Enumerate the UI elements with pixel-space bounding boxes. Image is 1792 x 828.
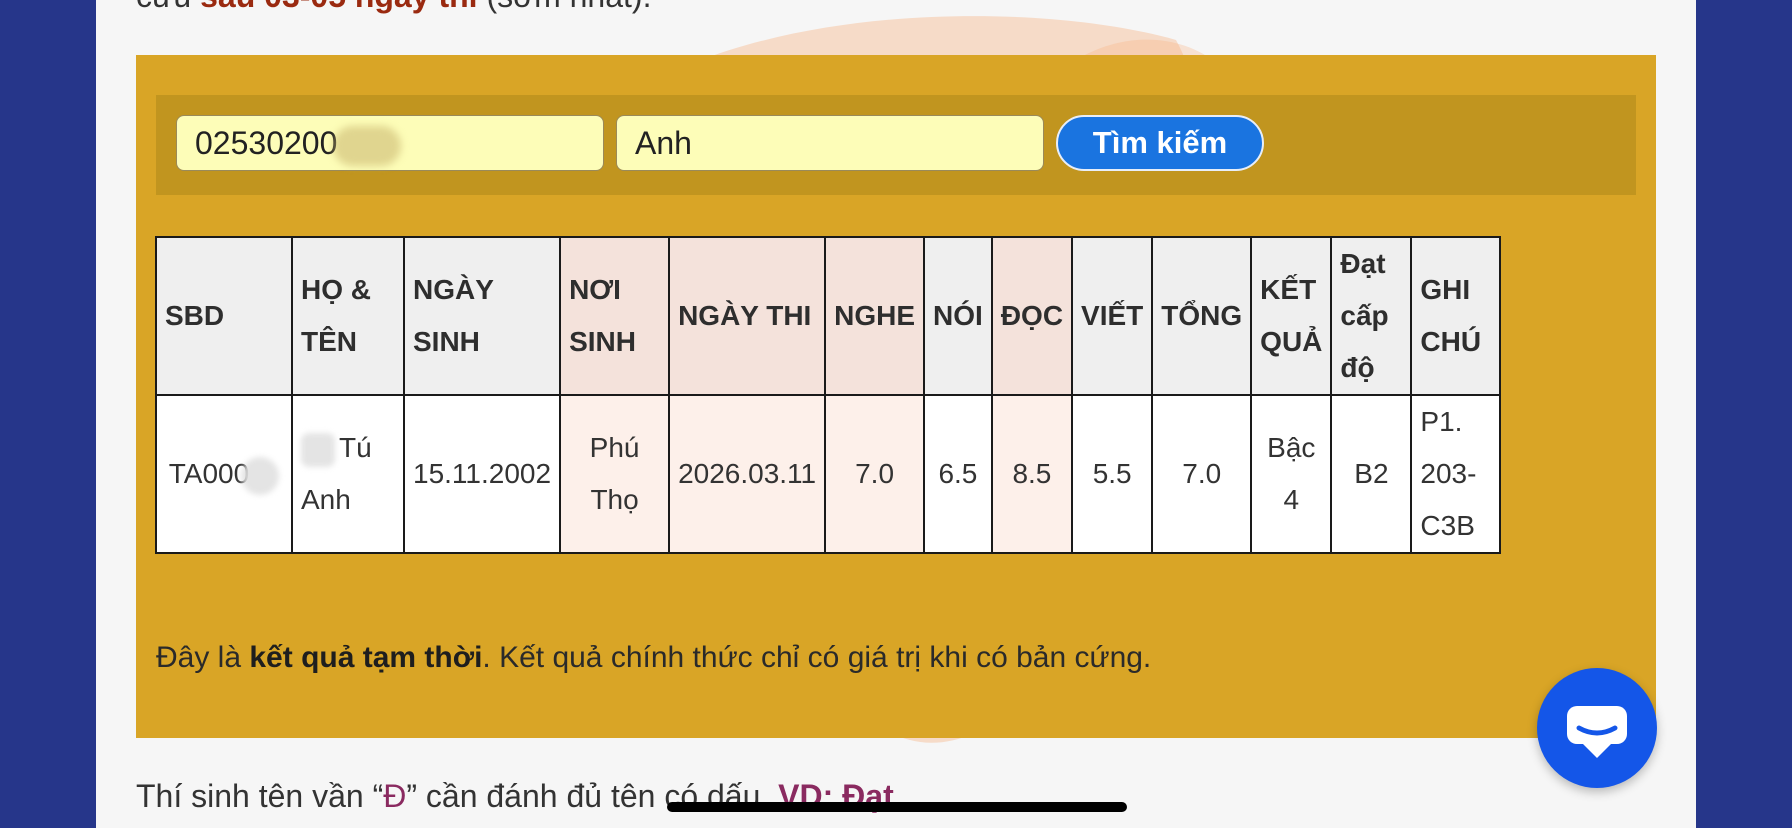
cell-tong: 7.0 <box>1151 394 1253 554</box>
cell-nghe: 7.0 <box>824 394 926 554</box>
cell-ngay-sinh: 15.11.2002 <box>402 394 562 554</box>
header-ngay-sinh: NGÀY SINH <box>402 236 562 396</box>
provisional-note: Đây là kết quả tạm thời. Kết quả chính t… <box>156 641 1151 675</box>
cell-noi-sinh: Phú Thọ <box>559 394 671 554</box>
header-viet: VIẾT <box>1071 236 1154 396</box>
name-input-value: Anh <box>635 125 692 161</box>
header-cap-do: Đạt cấp độ <box>1330 236 1413 396</box>
chat-bubble-icon <box>1567 706 1627 758</box>
cell-ghi-chu: P1. 203- C3B <box>1410 394 1502 554</box>
intro-prefix: cứu <box>136 0 200 14</box>
note-bold: kết quả tạm thời <box>249 641 483 674</box>
note-suffix: . Kết quả chính thức chỉ có giá trị khi … <box>482 641 1152 674</box>
home-indicator <box>667 802 1127 812</box>
cell-viet: 5.5 <box>1071 394 1154 554</box>
instruction-letter: Đ <box>383 778 407 814</box>
header-nghe: NGHE <box>824 236 926 396</box>
redaction-blur <box>333 125 402 166</box>
header-tong: TỔNG <box>1151 236 1253 396</box>
redaction-blur <box>241 456 280 495</box>
header-ho-ten: HỌ & TÊN <box>291 236 405 396</box>
sbd-input-value: 02530200 <box>195 125 338 161</box>
table-row: TA000 Tú Anh 15.11.2002 Phú Thọ 2026.03.11… <box>155 394 1502 554</box>
sbd-input[interactable]: 02530200 <box>176 115 604 171</box>
header-ket-qua: KẾT QUẢ <box>1250 236 1333 396</box>
cell-noi: 6.5 <box>923 394 993 554</box>
page-content: cứu sau 03-05 ngày thi (sớm nhất). 02530… <box>96 0 1696 828</box>
header-doc: ĐỌC <box>990 236 1074 396</box>
cell-ho-ten: Tú Anh <box>291 394 405 554</box>
results-table: SBD HỌ & TÊN NGÀY SINH NƠI SINH NGÀY THI NG… <box>155 236 1502 554</box>
cell-sbd: TA000 <box>155 394 293 554</box>
cell-cap-do: B2 <box>1330 394 1413 554</box>
table-header-row: SBD HỌ & TÊN NGÀY SINH NƠI SINH NGÀY THI NG… <box>155 236 1502 396</box>
cell-doc: 8.5 <box>990 394 1074 554</box>
intro-text: cứu sau 03-05 ngày thi (sớm nhất). <box>136 0 651 15</box>
cell-ngay-thi: 2026.03.11 <box>668 394 827 554</box>
note-prefix: Đây là <box>156 641 250 674</box>
cell-ket-qua: Bậc 4 <box>1250 394 1333 554</box>
redaction-blur <box>301 432 335 467</box>
result-panel: 02530200 Anh Tìm kiếm SBD HỌ & TÊN NGÀY SI… <box>136 55 1656 738</box>
header-noi-sinh: NƠI SINH <box>559 236 671 396</box>
search-button[interactable]: Tìm kiếm <box>1056 115 1264 171</box>
header-ghi-chu: GHI CHÚ <box>1410 236 1502 396</box>
chat-button[interactable] <box>1537 668 1657 788</box>
search-bar: 02530200 Anh Tìm kiếm <box>156 95 1636 195</box>
name-input[interactable]: Anh <box>616 115 1044 171</box>
intro-highlight: sau 03-05 ngày thi <box>200 0 477 14</box>
header-sbd: SBD <box>155 236 293 396</box>
intro-suffix: (sớm nhất). <box>478 0 651 14</box>
header-noi: NÓI <box>923 236 993 396</box>
header-ngay-thi: NGÀY THI <box>668 236 827 396</box>
instruction-prefix: Thí sinh tên vần “ <box>136 778 384 814</box>
